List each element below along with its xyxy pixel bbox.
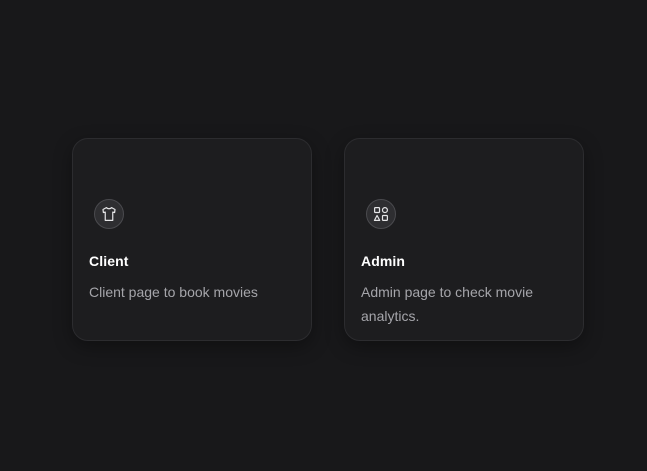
client-card-description: Client page to book movies [89, 284, 258, 300]
client-card[interactable]: Client Client page to book movies [72, 138, 312, 341]
page: Client Client page to book movies Admin … [0, 0, 647, 471]
shirt-icon [94, 199, 124, 229]
admin-card[interactable]: Admin Admin page to check movie analytic… [344, 138, 584, 341]
shapes-icon [366, 199, 396, 229]
admin-card-description: Admin page to check movie analytics. [361, 284, 533, 324]
admin-card-title: Admin [361, 253, 406, 269]
client-card-title: Client [89, 253, 129, 269]
